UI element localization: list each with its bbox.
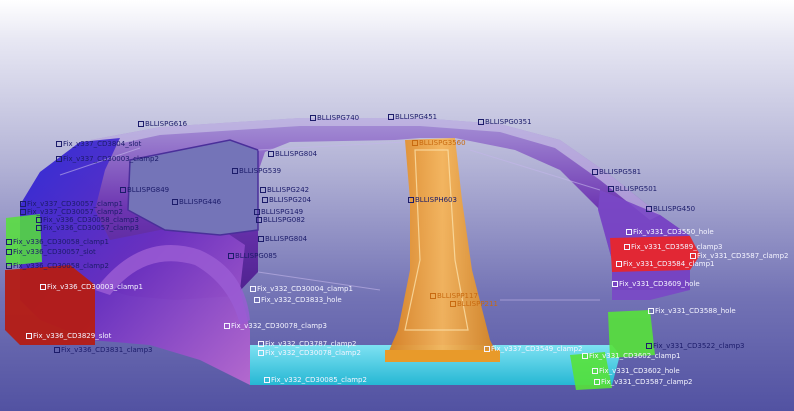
ref-label: BLLISPG446 [172, 198, 221, 206]
ref-label: BLLISPP211 [450, 300, 498, 308]
ref-label: BLLISPG804 [268, 150, 317, 158]
ref-label: BLLISPG740 [310, 114, 359, 122]
ref-label: BLLISPP117 [430, 292, 478, 300]
ref-label: BLLISPG616 [138, 120, 187, 128]
floor-bracket [385, 350, 500, 362]
fixture-label[interactable]: Fix_v337_CD30057_clamp2 [20, 208, 123, 216]
fixture-label[interactable]: Fix_v331_CD3587_clamp2 [594, 378, 693, 386]
ref-label: BLLISPG581 [592, 168, 641, 176]
3d-viewport[interactable]: BLLISPG740 BLLISPG616 BLLISPG451 BLLISPG… [0, 0, 794, 411]
fixture-label[interactable]: Fix_v336_CD30057_slot [6, 248, 96, 256]
fixture-label[interactable]: Fix_v336_CD30058_clamp2 [6, 262, 109, 270]
fixture-label[interactable]: Fix_v336_CD30058_clamp1 [6, 238, 109, 246]
fixture-label[interactable]: Fix_v336_CD3829_slot [26, 332, 111, 340]
fixture-label[interactable]: Fix_v331_CD3609_hole [612, 280, 700, 288]
fixture-label[interactable]: Fix_v336_CD30057_clamp3 [36, 224, 139, 232]
ref-label: BLLISPG539 [232, 167, 281, 175]
fixture-label[interactable]: Fix_v331_CD3587_clamp2 [690, 252, 789, 260]
fixture-label[interactable]: Fix_v336_CD3831_clamp3 [54, 346, 153, 354]
ref-label: BLLISPG849 [120, 186, 169, 194]
ref-label: BLLISPG0351 [478, 118, 532, 126]
ref-label: BLLISPG082 [256, 216, 305, 224]
fixture-label[interactable]: Fix_v332_CD30078_clamp3 [224, 322, 327, 330]
fixture-label[interactable]: Fix_v331_CD3522_clamp3 [646, 342, 745, 350]
ref-label: BLLISPG501 [608, 185, 657, 193]
ref-label: BLLISPH603 [408, 196, 457, 204]
b-pillar[interactable] [385, 138, 500, 360]
ref-label: BLLISPG204 [262, 196, 311, 204]
fixture-label[interactable]: Fix_v336_CD30058_clamp3 [36, 216, 139, 224]
fixture-label[interactable]: Fix_v332_CD3833_hole [254, 296, 342, 304]
ref-label: BLLISPG804 [258, 235, 307, 243]
fixture-label[interactable]: Fix_v331_CD3550_hole [626, 228, 714, 236]
ref-label: BLLISPG451 [388, 113, 437, 121]
fixture-label[interactable]: Fix_v331_CD3602_hole [592, 367, 680, 375]
fixture-label[interactable]: Fix_v337_CD30057_clamp1 [20, 200, 123, 208]
fixture-label[interactable]: Fix_v331_CD3589_clamp3 [624, 243, 723, 251]
fixture-label[interactable]: Fix_v337_CD3804_slot [56, 140, 141, 148]
ref-label: BLLISPG149 [254, 208, 303, 216]
fixture-label[interactable]: Fix_v331_CD3588_hole [648, 307, 736, 315]
ref-label: BLLISPG3560 [412, 139, 466, 147]
fixture-label[interactable]: Fix_v331_CD3584_clamp1 [616, 260, 715, 268]
ref-label: BLLISPG085 [228, 252, 277, 260]
front-clamp-block[interactable] [608, 310, 655, 358]
fixture-label[interactable]: Fix_v336_CD30003_clamp1 [40, 283, 143, 291]
fixture-label[interactable]: Fix_v332_CD3787_clamp2 [258, 340, 357, 348]
fixture-label[interactable]: Fix_v332_CD30078_clamp2 [258, 349, 361, 357]
fixture-label[interactable]: Fix_v337_CD30003_clamp2 [56, 155, 159, 163]
ref-label: BLLISPG450 [646, 205, 695, 213]
ref-label: BLLISPG242 [260, 186, 309, 194]
fixture-label[interactable]: Fix_v337_CD3549_clamp2 [484, 345, 583, 353]
fixture-label[interactable]: Fix_v331_CD3602_clamp1 [582, 352, 681, 360]
fixture-label[interactable]: Fix_v332_CD30085_clamp2 [264, 376, 367, 384]
fixture-label[interactable]: Fix_v332_CD30004_clamp1 [250, 285, 353, 293]
